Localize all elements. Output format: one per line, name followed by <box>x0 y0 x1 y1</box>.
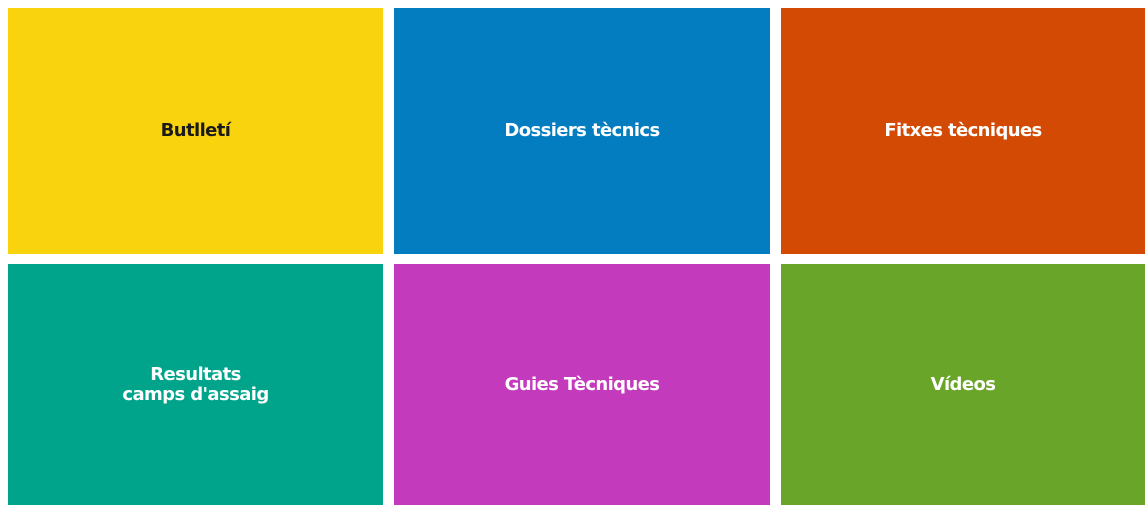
tile-resultats-camps-assaig-label: Resultats camps d'assaig <box>122 363 269 405</box>
tile-videos-label: Vídeos <box>930 373 996 395</box>
tile-resultats-camps-assaig[interactable]: Resultats camps d'assaig <box>8 264 383 505</box>
tile-fitxes-tecniques-label: Fitxes tècniques <box>884 120 1042 141</box>
tile-dossiers-tecnics-label: Dossiers tècnics <box>504 120 660 141</box>
tile-guies-tecniques-label: Guies Tècniques <box>504 373 660 395</box>
tile-dossiers-tecnics[interactable]: Dossiers tècnics <box>394 8 770 254</box>
tile-fitxes-tecniques[interactable]: Fitxes tècniques <box>781 8 1145 254</box>
tile-videos[interactable]: Vídeos <box>781 264 1145 505</box>
tile-butlleti[interactable]: Butlletí <box>8 8 383 254</box>
tile-butlleti-label: Butlletí <box>160 120 231 141</box>
tile-guies-tecniques[interactable]: Guies Tècniques <box>394 264 770 505</box>
